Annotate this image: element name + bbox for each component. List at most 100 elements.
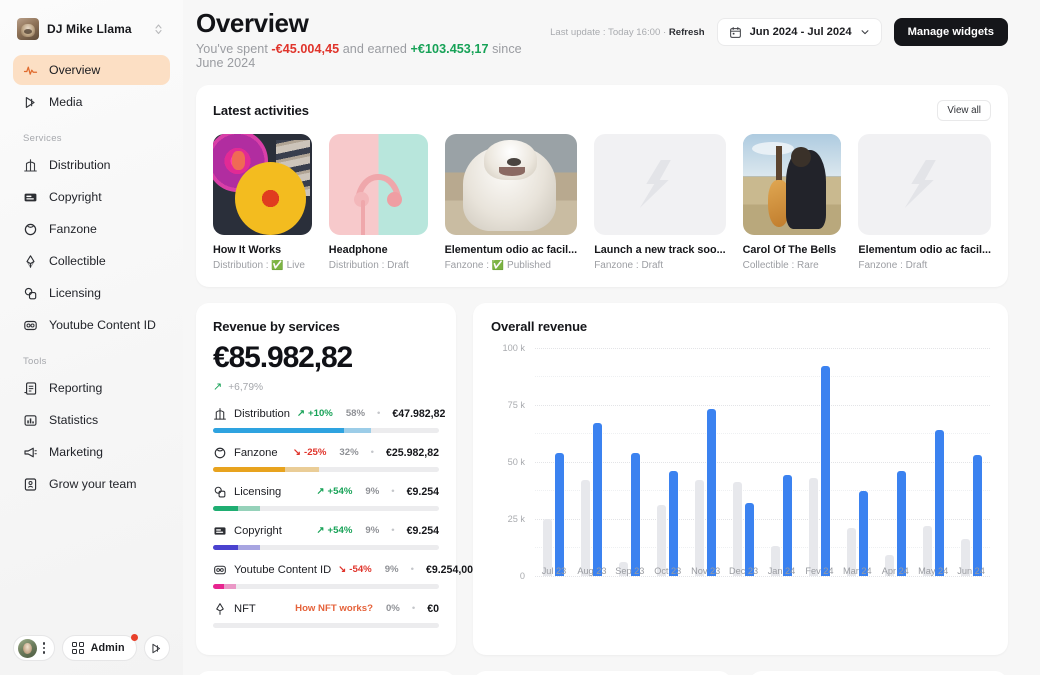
activity-meta: Fanzone : Draft (858, 259, 928, 271)
chart-bar-group[interactable] (611, 348, 649, 576)
service-row[interactable]: NFT How NFT works? 0% • €0 (213, 602, 439, 628)
media-shortcut-button[interactable] (143, 635, 170, 661)
widget-placeholder[interactable] (473, 670, 732, 675)
sidebar-item-youtube-content-id[interactable]: Youtube Content ID (13, 310, 170, 340)
chart-bar-group[interactable] (535, 348, 573, 576)
sidebar-item-collectible[interactable]: Collectible (13, 246, 170, 276)
sidebar-item-distribution[interactable]: Distribution (13, 150, 170, 180)
activity-card[interactable]: Launch a new track soo... Fanzone : Draf… (594, 133, 726, 271)
vinyl-records-image[interactable] (213, 133, 312, 235)
activity-card[interactable]: Elementum odio ac facil... Fanzone : ✅ P… (444, 133, 578, 271)
chevron-up-down-icon[interactable] (153, 22, 164, 36)
service-separator: • (391, 486, 395, 498)
app-root: DJ Mike Llama Overview Media Services Di… (0, 0, 1040, 675)
service-change[interactable]: How NFT works? (295, 603, 373, 614)
marketing-megaphone-icon (23, 445, 38, 460)
view-all-button[interactable]: View all (937, 99, 991, 121)
widget-placeholder[interactable] (749, 670, 1008, 675)
chart-bar-group[interactable] (800, 348, 838, 576)
manage-widgets-button[interactable]: Manage widgets (893, 18, 1008, 46)
chart-bar[interactable] (555, 452, 565, 576)
sidebar-item-media[interactable]: Media (13, 87, 170, 117)
service-amount: €25.982,82 (385, 446, 439, 459)
activity-meta: Collectible : Rare (742, 259, 819, 271)
overall-revenue-card: Overall revenue 0 25 k 50 k 75 k 100 k Jul 23… (473, 302, 1008, 655)
chart-bar-group[interactable] (763, 348, 801, 576)
chart-bar[interactable] (820, 365, 830, 576)
chart-bar[interactable] (593, 422, 603, 576)
sidebar-item-fanzone[interactable]: Fanzone (13, 214, 170, 244)
service-progress-bar (213, 622, 439, 628)
chart-x-tick-label: Sep 23 (615, 565, 645, 576)
chart-bar-group[interactable] (838, 348, 876, 576)
chart-bar-group[interactable] (876, 348, 914, 576)
service-row[interactable]: Distribution ↗ +10% 58% • €47.982,82 (213, 407, 445, 433)
chart-bar-group[interactable] (914, 348, 952, 576)
collectible-diamond-icon (23, 254, 38, 269)
service-row[interactable]: Youtube Content ID ↘ -54% 9% • €9.254,00 (213, 563, 473, 589)
trend-up-icon: ↗ (296, 408, 306, 420)
chart-bar-group[interactable] (649, 348, 687, 576)
sidebar-item-statistics[interactable]: Statistics (13, 405, 170, 435)
chart-bar[interactable] (631, 452, 641, 576)
service-row-top: Distribution ↗ +10% 58% • €47.982,82 (213, 407, 445, 421)
admin-button[interactable]: Admin (62, 634, 138, 661)
sidebar-item-overview[interactable]: Overview (13, 55, 170, 85)
activity-card[interactable]: Carol Of The Bells Collectible : Rare (742, 133, 842, 271)
activity-title: Elementum odio ac facil... (444, 243, 578, 256)
date-range-label: Jun 2024 - Jul 2024 (749, 26, 852, 38)
chart-bar[interactable] (972, 454, 982, 576)
service-change-value: +54% (327, 486, 353, 498)
progress-fill-primary (213, 544, 238, 550)
date-range-picker[interactable]: Jun 2024 - Jul 2024 (716, 18, 882, 46)
sidebar-footer: Admin (13, 634, 170, 661)
sidebar-item-label: Copyright (49, 190, 102, 204)
header-titles: Overview You've spent -€45.004,45 and ea… (196, 8, 550, 70)
more-vertical-icon[interactable] (43, 642, 46, 654)
progress-fill-primary (213, 427, 345, 433)
subtitle-middle: and earned (339, 41, 411, 56)
chart-bar-group[interactable] (952, 348, 990, 576)
service-row[interactable]: Copyright ↗ +54% 9% • €9.254 (213, 524, 439, 550)
distribution-icon (213, 407, 227, 421)
profile-switcher[interactable]: DJ Mike Llama (13, 13, 170, 45)
service-percent: 9% (384, 564, 399, 576)
llama-image[interactable] (444, 133, 578, 235)
activity-card[interactable]: Elementum odio ac facil... Fanzone : Dra… (858, 133, 991, 271)
youtube-content-id-icon (213, 563, 227, 577)
trend-up-icon: ↗ (316, 525, 325, 537)
chart-bar-group[interactable] (687, 348, 725, 576)
chart-bar[interactable] (707, 409, 717, 576)
user-menu-button[interactable] (13, 635, 56, 661)
chart-bar-group[interactable] (725, 348, 763, 576)
sidebar-item-marketing[interactable]: Marketing (13, 437, 170, 467)
placeholder-logo[interactable] (858, 133, 991, 235)
activity-card[interactable]: Headphone Distribution : Draft (328, 133, 428, 271)
chart-y-tick-label: 50 k (507, 456, 525, 467)
service-change: ↘ -25% (293, 447, 326, 458)
chart-bar-group[interactable] (573, 348, 611, 576)
refresh-button[interactable]: Refresh (669, 27, 705, 38)
service-row[interactable]: Fanzone ↘ -25% 32% • €25.982,82 (213, 446, 439, 472)
sidebar-item-label: Marketing (49, 445, 103, 459)
widget-placeholder[interactable] (196, 670, 456, 675)
service-change: ↗ +54% (317, 486, 353, 497)
widgets-row: Revenue by services €85.982,82 ↗ +6,79% … (196, 302, 1008, 655)
collectible-diamond-icon (213, 602, 227, 616)
sidebar-item-licensing[interactable]: Licensing (13, 278, 170, 308)
fanzone-circle-icon (23, 222, 38, 237)
chart-bar[interactable] (934, 429, 944, 576)
lower-widgets-row (196, 670, 1008, 675)
sidebar-item-copyright[interactable]: Copyright (13, 182, 170, 212)
placeholder-logo[interactable] (594, 133, 726, 235)
service-separator: • (391, 525, 395, 537)
last-update-label: Last update : Today 16:00 · (550, 26, 669, 38)
sidebar-item-grow-your-team[interactable]: Grow your team (13, 469, 170, 499)
service-row[interactable]: Licensing ↗ +54% 9% • €9.254 (213, 485, 439, 511)
guitarist-image[interactable] (742, 133, 842, 235)
youtube-content-id-icon (23, 318, 38, 333)
headphone-image[interactable] (328, 133, 428, 235)
activity-card[interactable]: How It Works Distribution : ✅ Live (213, 133, 312, 271)
sidebar-item-reporting[interactable]: Reporting (13, 373, 170, 403)
chevron-down-icon (861, 30, 869, 35)
